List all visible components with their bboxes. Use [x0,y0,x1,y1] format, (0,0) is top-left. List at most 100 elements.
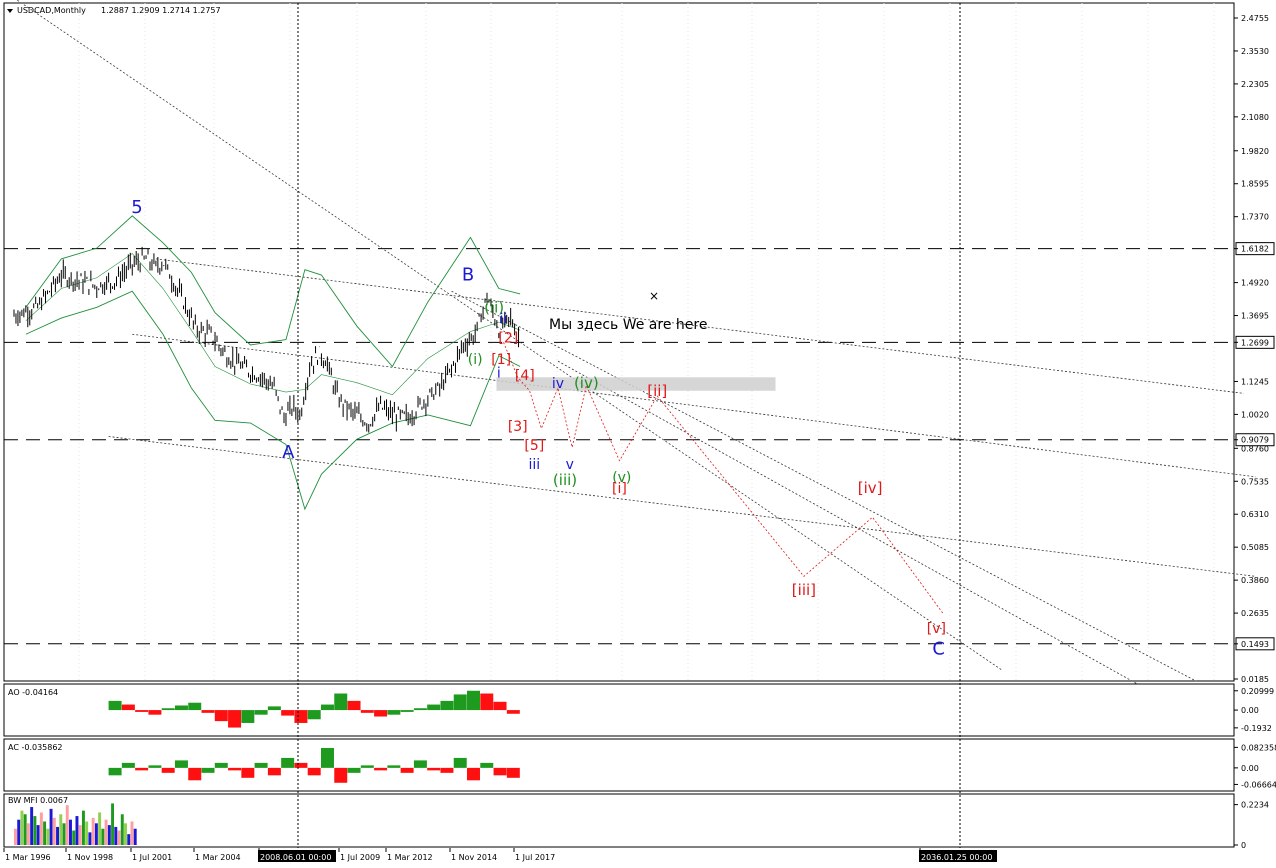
wave-label: [2] [498,330,518,346]
histogram-bar [480,762,494,768]
mfi-title: BW MFI 0.0067 [8,796,68,805]
histogram-bar [135,710,149,712]
y-tick-label: 1.3695 [1241,312,1269,321]
histogram-bar [108,767,122,776]
histogram-bar [334,693,348,711]
histogram-bar [254,710,268,715]
histogram-bar [104,819,108,845]
symbol-title: USDCAD,Monthly [17,6,86,15]
histogram-bar [111,803,115,845]
wave-label: [1] [491,352,511,368]
histogram-bar [75,816,79,845]
histogram-bar [374,710,388,717]
histogram-bar [101,828,105,845]
ac-title: AC -0.035862 [8,743,63,752]
histogram-bar [201,767,215,773]
wave-label: 5 [131,197,142,218]
histogram-bar [334,767,348,783]
histogram-bar [453,757,467,768]
histogram-bar [506,767,520,778]
histogram-bar [56,826,60,845]
y-tick-label: 0.1493 [1241,640,1269,649]
histogram-bar [440,767,454,773]
histogram-bar [117,830,121,845]
histogram-bar [427,767,441,771]
histogram-bar [49,808,53,845]
histogram-bar [81,810,85,845]
histogram-bar [148,710,162,715]
y-tick-label: 0.082358 [1241,743,1276,752]
histogram-bar [39,812,43,845]
histogram-bar [294,762,308,768]
histogram-bar [121,762,135,768]
y-tick-label: 0.7535 [1241,477,1269,486]
histogram-bar [480,693,494,711]
histogram-bar [88,832,92,845]
wave-label: [iv] [858,479,883,497]
y-tick-label: 0.8760 [1241,444,1269,453]
histogram-bar [453,694,467,711]
x-tick-label: 1 Mar 2012 [387,853,433,862]
histogram-bar [65,805,69,845]
histogram-bar [267,706,281,711]
histogram-bar [374,767,388,771]
histogram-bar [214,762,228,768]
histogram-bar [320,747,334,768]
histogram-bar [307,767,321,776]
ao-title: AO -0.04164 [8,688,58,697]
x-tick-label: 1 Nov 1998 [67,853,113,862]
histogram-bar [201,710,215,713]
histogram-bar [413,708,427,711]
histogram-bar [130,821,134,845]
histogram-bar [107,825,111,845]
histogram-bar [347,700,361,711]
histogram-bar [228,767,242,771]
histogram-bar [493,767,507,776]
histogram-bar [440,700,454,711]
y-tick-label: 1.6182 [1241,245,1269,254]
y-tick-label: 0 [1241,841,1246,850]
histogram-bar [307,710,321,720]
histogram-bar [188,702,202,711]
histogram-bar [413,760,427,768]
histogram-bar [506,710,520,714]
x-tick-label: 2036.01.25 00:00 [921,853,992,862]
histogram-bar [33,816,37,845]
histogram-bar [46,828,50,845]
histogram-bar [121,704,135,711]
x-tick-label: 1 Jul 2001 [132,853,172,862]
histogram-bar [174,705,188,711]
histogram-bar [62,823,66,845]
wave-label: [v] [927,621,946,637]
y-tick-label: 1.9820 [1241,147,1269,156]
wave-label: [3] [508,419,528,435]
chart-canvas: 5AB(i)(ii)ii[2][1]i [4]iv (iv)[3][5]iii v(i… [0,0,1276,868]
y-tick-label: -0.1932 [1241,724,1272,733]
x-tick-label: 1 Mar 2004 [195,853,241,862]
y-tick-label: 0.3860 [1241,576,1269,585]
wave-label: ii [500,311,508,327]
histogram-bar [36,825,40,845]
wave-label: [i] [612,481,627,497]
histogram-bar [69,819,72,845]
histogram-bar [78,825,82,845]
y-tick-label: 2.3530 [1241,47,1269,56]
x-tick-label: 1 Mar 1996 [5,853,51,862]
histogram-bar [400,767,414,773]
histogram-bar [467,690,480,711]
wave-label: B [462,264,474,285]
histogram-bar [23,814,27,845]
histogram-bar [267,767,281,776]
wave-label: i [497,365,501,381]
histogram-bar [127,834,131,845]
histogram-bar [135,767,149,771]
y-tick-label: 0.00 [1241,764,1259,773]
histogram-bar [188,767,202,781]
wave-label: A [282,442,295,463]
chart-header: USDCAD,Monthly 1.2887 1.2909 1.2714 1.27… [7,6,221,15]
x-tick-label: 2008.06.01 00:00 [260,853,331,862]
histogram-bar [347,767,361,773]
histogram-bar [241,767,255,778]
cross-marker: × [649,289,659,303]
y-tick-label: -0.06664 [1241,780,1276,789]
